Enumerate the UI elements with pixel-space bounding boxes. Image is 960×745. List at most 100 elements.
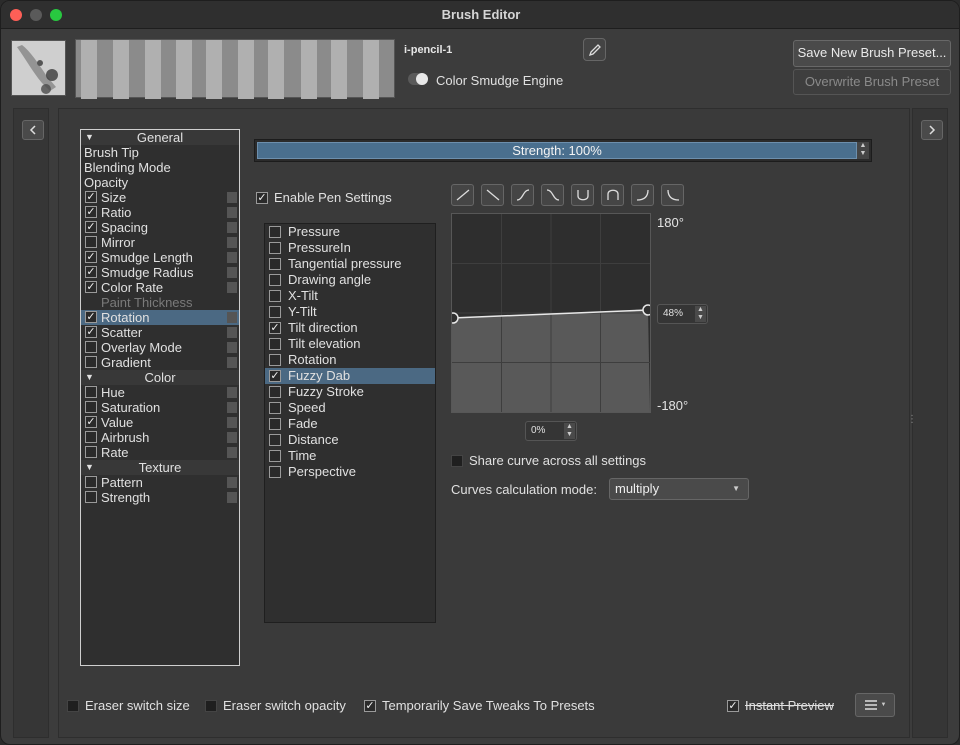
sensor-item[interactable]: Fade <box>265 416 435 432</box>
option-checkbox[interactable] <box>85 236 97 248</box>
curve-point[interactable] <box>447 312 459 324</box>
lock-icon[interactable] <box>227 282 237 293</box>
option-checkbox[interactable] <box>85 431 97 443</box>
enable-pen-checkbox[interactable]: ✓ <box>256 191 268 204</box>
option-checkbox[interactable]: ✓ <box>85 311 97 323</box>
lock-icon[interactable] <box>227 342 237 353</box>
sensor-item[interactable]: Tangential pressure <box>265 256 435 272</box>
option-item[interactable]: Saturation <box>81 400 239 415</box>
option-checkbox[interactable] <box>85 491 97 503</box>
sensor-checkbox[interactable] <box>269 402 281 414</box>
option-item[interactable]: ✓ Smudge Radius <box>81 265 239 280</box>
share-curve-option[interactable]: Share curve across all settings <box>451 453 646 468</box>
disclosure-triangle-icon[interactable]: ▼ <box>85 460 94 475</box>
curve-point[interactable] <box>642 304 654 316</box>
curve-editor[interactable] <box>447 213 654 413</box>
option-item[interactable]: ✓ Scatter <box>81 325 239 340</box>
sensor-item[interactable]: PressureIn <box>265 240 435 256</box>
instant-preview-checkbox[interactable]: ✓ <box>727 699 739 712</box>
eraser-switch-opacity-option[interactable]: Eraser switch opacity <box>205 698 346 713</box>
sensor-item[interactable]: ✓ Fuzzy Dab <box>265 368 435 384</box>
overwrite-preset-button[interactable]: Overwrite Brush Preset <box>793 69 951 95</box>
sensor-checkbox[interactable]: ✓ <box>269 322 281 334</box>
curve-canvas[interactable] <box>447 214 654 412</box>
instant-preview-option[interactable]: ✓ Instant Preview <box>727 698 834 713</box>
option-checkbox[interactable]: ✓ <box>85 281 97 293</box>
option-checkbox[interactable]: ✓ <box>85 251 97 263</box>
option-item[interactable]: Brush Tip <box>81 145 239 160</box>
disclosure-triangle-icon[interactable]: ▼ <box>85 370 94 385</box>
option-group-header[interactable]: ▼ Color <box>81 370 239 385</box>
save-tweaks-option[interactable]: ✓ Temporarily Save Tweaks To Presets <box>364 698 595 713</box>
lock-icon[interactable] <box>227 192 237 203</box>
sensor-checkbox[interactable] <box>269 418 281 430</box>
option-item[interactable]: Hue <box>81 385 239 400</box>
option-item[interactable]: Opacity <box>81 175 239 190</box>
option-item[interactable]: ✓ Size <box>81 190 239 205</box>
option-item[interactable]: ✓ Value <box>81 415 239 430</box>
sensor-checkbox[interactable] <box>269 450 281 462</box>
sensor-checkbox[interactable] <box>269 258 281 270</box>
option-group-header[interactable]: ▼ Texture <box>81 460 239 475</box>
curves-mode-select[interactable]: multiply ▼ <box>609 478 749 500</box>
sensor-checkbox[interactable] <box>269 338 281 350</box>
expand-right-button[interactable] <box>921 120 943 140</box>
lock-icon[interactable] <box>227 327 237 338</box>
lock-icon[interactable] <box>227 267 237 278</box>
option-item[interactable]: Pattern <box>81 475 239 490</box>
option-checkbox[interactable]: ✓ <box>85 326 97 338</box>
curve-x-arrows[interactable]: ▲ ▼ <box>564 423 575 439</box>
sensor-checkbox[interactable] <box>269 242 281 254</box>
sensor-checkbox[interactable] <box>269 226 281 238</box>
option-item[interactable]: ✓ Color Rate <box>81 280 239 295</box>
lock-icon[interactable] <box>227 432 237 443</box>
curve-linear-up-button[interactable] <box>451 184 474 206</box>
option-checkbox[interactable] <box>85 356 97 368</box>
lock-icon[interactable] <box>227 357 237 368</box>
curve-arch-button[interactable] <box>601 184 624 206</box>
option-item[interactable]: ✓ Smudge Length <box>81 250 239 265</box>
options-menu-button[interactable]: ▼ <box>855 693 895 717</box>
option-item[interactable]: Gradient <box>81 355 239 370</box>
lock-icon[interactable] <box>227 237 237 248</box>
sensor-item[interactable]: Drawing angle <box>265 272 435 288</box>
option-checkbox[interactable] <box>85 446 97 458</box>
sensor-checkbox[interactable] <box>269 274 281 286</box>
option-checkbox[interactable]: ✓ <box>85 266 97 278</box>
save-tweaks-checkbox[interactable]: ✓ <box>364 699 376 712</box>
splitter-grip-icon[interactable]: ⋮ <box>907 414 917 425</box>
lock-icon[interactable] <box>227 477 237 488</box>
sensor-item[interactable]: ✓ Tilt direction <box>265 320 435 336</box>
sensor-checkbox[interactable] <box>269 354 281 366</box>
sensor-item[interactable]: Perspective <box>265 464 435 480</box>
option-item[interactable]: ✓ Rotation <box>81 310 239 325</box>
sensor-checkbox[interactable] <box>269 434 281 446</box>
curve-u-button[interactable] <box>571 184 594 206</box>
disclosure-triangle-icon[interactable]: ▼ <box>85 130 94 145</box>
engine-toggle[interactable] <box>408 73 428 85</box>
curve-convex-button[interactable] <box>631 184 654 206</box>
sensor-checkbox[interactable]: ✓ <box>269 370 281 382</box>
strength-spinner[interactable]: ▲ ▼ <box>857 142 869 159</box>
sensor-item[interactable]: Time <box>265 448 435 464</box>
option-checkbox[interactable]: ✓ <box>85 191 97 203</box>
eraser-switch-size-option[interactable]: Eraser switch size <box>67 698 190 713</box>
sensor-item[interactable]: Speed <box>265 400 435 416</box>
curve-y-arrows[interactable]: ▲ ▼ <box>695 306 706 322</box>
option-item[interactable]: Strength <box>81 490 239 505</box>
lock-icon[interactable] <box>227 417 237 428</box>
option-checkbox[interactable] <box>85 401 97 413</box>
curve-s-down-button[interactable] <box>541 184 564 206</box>
sensor-checkbox[interactable] <box>269 386 281 398</box>
sensor-item[interactable]: Pressure <box>265 224 435 240</box>
curve-y-spinbox[interactable]: 48% ▲ ▼ <box>657 304 708 324</box>
option-item[interactable]: Rate <box>81 445 239 460</box>
lock-icon[interactable] <box>227 447 237 458</box>
sensor-checkbox[interactable] <box>269 466 281 478</box>
option-item[interactable]: Overlay Mode <box>81 340 239 355</box>
eraser-size-checkbox[interactable] <box>67 699 79 712</box>
sensor-item[interactable]: X-Tilt <box>265 288 435 304</box>
sensor-item[interactable]: Distance <box>265 432 435 448</box>
lock-icon[interactable] <box>227 492 237 503</box>
lock-icon[interactable] <box>227 222 237 233</box>
